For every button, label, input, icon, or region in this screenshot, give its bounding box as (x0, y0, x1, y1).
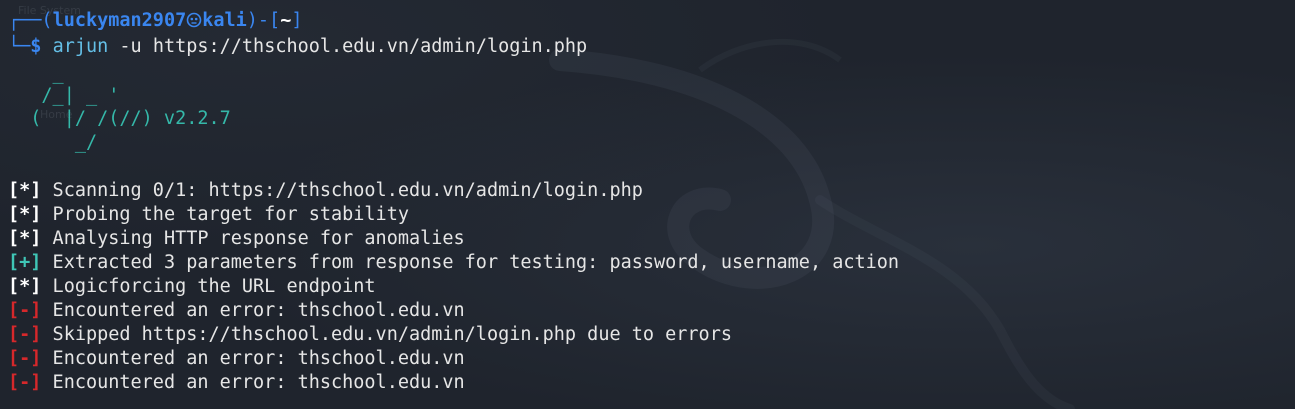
prompt-host: kali (202, 10, 247, 31)
output-line: [*] Analysing HTTP response for anomalie… (8, 227, 465, 251)
output-text: Scanning 0/1: https://thschool.edu.vn/ad… (41, 180, 643, 201)
status-tag-info: [*] (8, 276, 42, 297)
output-line: [*] Probing the target for stability (8, 203, 409, 227)
output-text: Encountered an error: thschool.edu.vn (41, 348, 465, 369)
prompt-frame-top: ┌──( (8, 10, 53, 31)
arjun-banner-line-1: _ (8, 63, 64, 84)
output-text: Analysing HTTP response for anomalies (41, 228, 465, 249)
status-tag-info: [*] (8, 228, 42, 249)
arjun-banner-line-4: _/ (8, 132, 98, 153)
output-line: [-] Encountered an error: thschool.edu.v… (8, 371, 465, 395)
kali-skull-icon (186, 11, 202, 28)
status-tag-error: [-] (8, 372, 42, 393)
command-name: arjun (52, 36, 109, 57)
command-args: -u https://thschool.edu.vn/admin/login.p… (108, 36, 588, 57)
output-text: Extracted 3 parameters from response for… (41, 252, 900, 273)
output-line: [*] Logicforcing the URL endpoint (8, 275, 376, 299)
status-tag-info: [*] (8, 180, 42, 201)
terminal-window[interactable]: File System Home ┌──(luckyman2907 kali)-[… (0, 0, 1295, 409)
output-text: Logicforcing the URL endpoint (41, 276, 376, 297)
command-line[interactable]: └─$ arjun -u https://thschool.edu.vn/adm… (8, 35, 587, 59)
output-text: Encountered an error: thschool.edu.vn (41, 372, 465, 393)
output-line: [*] Scanning 0/1: https://thschool.edu.v… (8, 179, 643, 203)
prompt-user: luckyman2907 (52, 10, 187, 31)
output-text: Skipped https://thschool.edu.vn/admin/lo… (41, 324, 732, 345)
output-line: [-] Encountered an error: thschool.edu.v… (8, 299, 465, 323)
output-line: [-] Encountered an error: thschool.edu.v… (8, 347, 465, 371)
output-text: Encountered an error: thschool.edu.vn (41, 300, 465, 321)
arjun-banner-line-3: ( |/ /(//) v2.2.7 (8, 108, 231, 129)
status-tag-error: [-] (8, 324, 42, 345)
status-tag-success: [+] (8, 252, 42, 273)
status-tag-info: [*] (8, 204, 42, 225)
status-tag-error: [-] (8, 300, 42, 321)
prompt-dollar: $ (30, 36, 42, 57)
output-line: [+] Extracted 3 parameters from response… (8, 251, 899, 275)
status-tag-error: [-] (8, 348, 42, 369)
prompt-header-line: ┌──(luckyman2907 kali)-[~] (8, 9, 302, 33)
prompt-frame-bottom: └─ (8, 36, 31, 57)
arjun-banner-line-2: /_| _ ' (8, 85, 120, 106)
output-text: Probing the target for stability (41, 204, 409, 225)
prompt-frame-mid: )-[ (246, 10, 281, 31)
prompt-cwd: ~ (280, 10, 292, 31)
output-line: [-] Skipped https://thschool.edu.vn/admi… (8, 323, 732, 347)
prompt-frame-end: ] (291, 10, 303, 31)
